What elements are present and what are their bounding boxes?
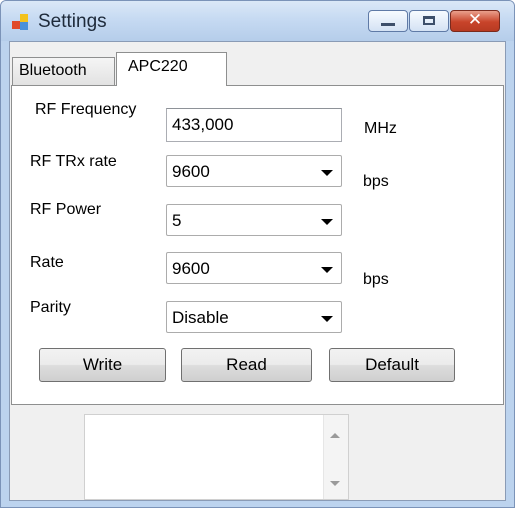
rf-trx-rate-label: RF TRx rate [30, 153, 117, 170]
tab-bluetooth[interactable]: Bluetooth [12, 57, 115, 85]
rate-unit: bps [363, 271, 389, 288]
parity-select[interactable]: Disable [166, 301, 342, 333]
apc220-tab-page: RF Frequency 433,000 MHz RF TRx rate 960… [11, 85, 504, 405]
maximize-button[interactable] [409, 10, 449, 32]
default-button[interactable]: Default [329, 348, 455, 382]
rf-trx-rate-select[interactable]: 9600 [166, 155, 342, 187]
rf-power-value: 5 [172, 211, 182, 230]
scroll-down-icon[interactable] [330, 481, 340, 486]
rf-frequency-unit: MHz [364, 120, 397, 137]
minimize-icon [381, 23, 395, 26]
close-icon: ✕ [467, 10, 483, 30]
rf-frequency-input[interactable]: 433,000 [166, 108, 342, 142]
settings-window: Settings ✕ Bluetooth APC220 RF Frequency… [0, 0, 515, 508]
rf-power-label: RF Power [30, 201, 102, 218]
read-button[interactable]: Read [181, 348, 312, 382]
rf-trx-rate-value: 9600 [172, 162, 210, 181]
app-icon [12, 14, 30, 32]
maximize-icon [423, 16, 435, 25]
rf-power-select[interactable]: 5 [166, 204, 342, 236]
chevron-down-icon [321, 219, 333, 225]
log-listbox[interactable] [84, 414, 349, 500]
rate-label: Rate [30, 254, 64, 271]
title-bar[interactable]: Settings ✕ [1, 1, 514, 41]
rf-trx-rate-unit: bps [363, 173, 389, 190]
chevron-down-icon [321, 170, 333, 176]
minimize-button[interactable] [368, 10, 408, 32]
parity-label: Parity [30, 299, 71, 316]
window-title: Settings [38, 11, 107, 32]
scroll-up-icon[interactable] [330, 433, 340, 438]
chevron-down-icon [321, 316, 333, 322]
write-button[interactable]: Write [39, 348, 166, 382]
vertical-scrollbar[interactable] [323, 415, 348, 499]
window-client-area: Bluetooth APC220 RF Frequency 433,000 MH… [9, 41, 506, 501]
chevron-down-icon [321, 267, 333, 273]
parity-value: Disable [172, 308, 229, 327]
rate-select[interactable]: 9600 [166, 252, 342, 284]
rf-frequency-label: RF Frequency [35, 101, 137, 118]
rate-value: 9600 [172, 259, 210, 278]
close-button[interactable]: ✕ [450, 10, 500, 32]
tab-apc220[interactable]: APC220 [116, 52, 227, 86]
